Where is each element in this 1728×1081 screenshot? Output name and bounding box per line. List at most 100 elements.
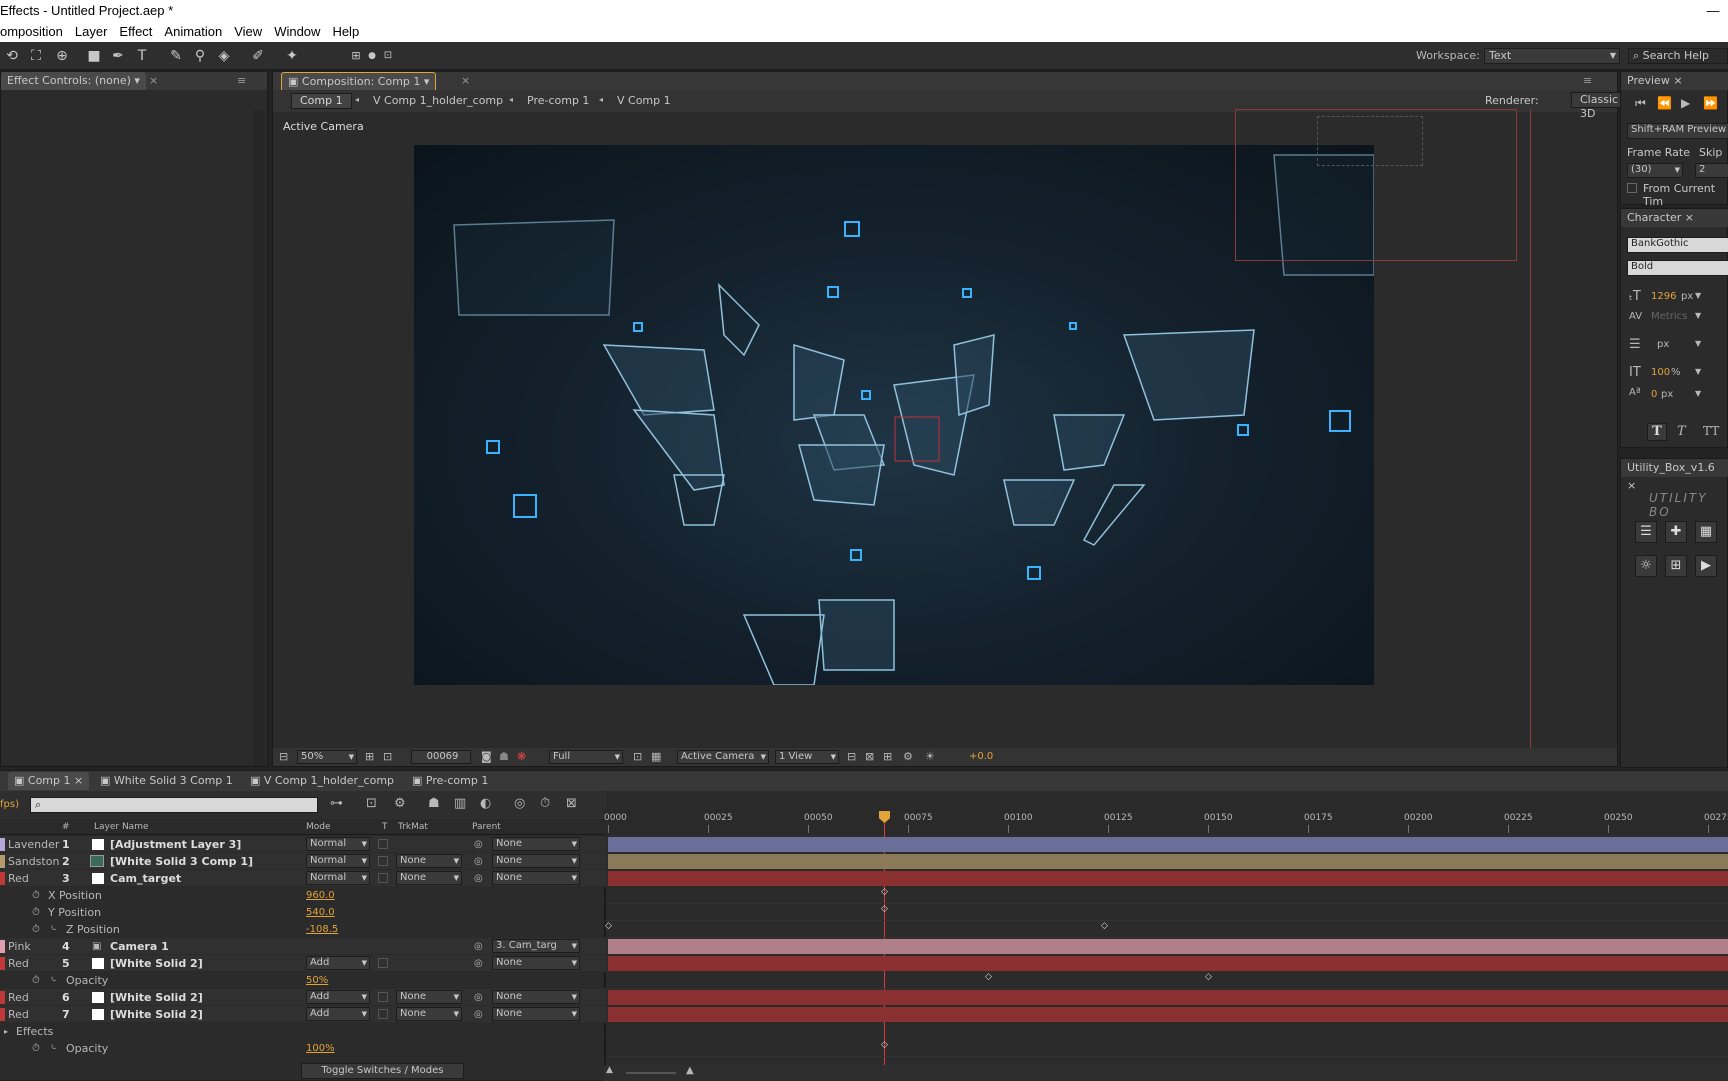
trkmat-dropdown[interactable]: None ▼ (396, 871, 462, 885)
resolution-dropdown[interactable]: Full ▼ (549, 750, 623, 764)
breadcrumb-v-comp-holder[interactable]: V Comp 1_holder_comp (373, 94, 503, 107)
close-icon[interactable]: × (149, 74, 158, 87)
view-layout-dropdown[interactable]: 1 View ▼ (775, 750, 839, 764)
layer-duration-bar[interactable] (608, 990, 1728, 1005)
panel-menu-icon[interactable]: ≡ (237, 74, 246, 87)
menu-layer[interactable]: Layer (69, 22, 114, 42)
tab-precomp1[interactable]: ▣ Pre-comp 1 (406, 772, 494, 790)
layer-row[interactable]: Red 3 Cam_target Normal ▼ None ▼ ◎ None ▼ (0, 870, 606, 887)
y-position-keyframe[interactable]: ◇ (881, 904, 888, 914)
stopwatch-icon[interactable]: ⏱ (32, 921, 40, 938)
chevron-down-icon[interactable]: ▼ (1695, 339, 1701, 348)
timeline-icon[interactable]: ⊞ (883, 750, 892, 763)
parent-dropdown[interactable]: None ▼ (492, 837, 580, 851)
scrollbar[interactable] (253, 110, 265, 766)
layer-name[interactable]: Cam_target (110, 870, 181, 887)
pickwhip-icon[interactable]: ◎ (474, 955, 483, 972)
layer-row[interactable]: Red 5 [White Solid 2] Add ▼ ◎ None ▼ (0, 955, 606, 972)
label-color-swatch[interactable] (0, 957, 5, 970)
preserve-transparency-checkbox[interactable] (378, 839, 388, 849)
pickwhip-icon[interactable]: ◎ (474, 853, 483, 870)
tab-preview[interactable]: Preview × (1621, 72, 1689, 90)
layer-name[interactable]: [White Solid 2] (110, 955, 203, 972)
flowchart-icon[interactable]: ⚙ (903, 750, 913, 763)
light-icon[interactable]: ☼ (1635, 555, 1657, 577)
stopwatch-icon[interactable]: ⏱ (32, 1040, 40, 1057)
label-color-swatch[interactable] (0, 1008, 5, 1021)
parent-dropdown[interactable]: None ▼ (492, 1007, 580, 1021)
rotate-tool-icon[interactable]: ⟲ (2, 46, 22, 66)
mode-dropdown[interactable]: Normal ▼ (306, 837, 370, 851)
roi-icon[interactable]: ⊡ (633, 750, 642, 763)
menu-animation[interactable]: Animation (158, 22, 228, 42)
layer-duration-bar[interactable] (608, 837, 1728, 852)
vertical-scale-value[interactable]: 100 (1651, 367, 1670, 378)
exposure-value[interactable]: +0.0 (969, 751, 993, 762)
pan-behind-tool-icon[interactable]: ⊕ (52, 46, 72, 66)
label-color-swatch[interactable] (0, 872, 5, 885)
pickwhip-icon[interactable]: ◎ (474, 1006, 483, 1023)
frame-blending-icon[interactable]: ▥ (454, 796, 466, 811)
effects-group-row[interactable]: ▸ Effects (0, 1023, 606, 1040)
composition-viewer[interactable] (414, 145, 1374, 685)
first-frame-icon[interactable]: ⏮ (1635, 96, 1646, 111)
opacity-keyframe[interactable]: ◇ (1205, 972, 1212, 982)
fit-icon[interactable]: ⊞ (365, 750, 374, 763)
tab-utility-box[interactable]: Utility_Box_v1.6 × (1621, 459, 1728, 492)
skip-dropdown[interactable]: 2 (1695, 163, 1728, 178)
pickwhip-icon[interactable]: ◎ (474, 989, 483, 1006)
preserve-transparency-checkbox[interactable] (378, 856, 388, 866)
preserve-transparency-checkbox[interactable] (378, 958, 388, 968)
breadcrumb-v-comp1[interactable]: V Comp 1 (617, 94, 671, 107)
opacity-keyframe[interactable]: ◇ (985, 972, 992, 982)
preserve-transparency-checkbox[interactable] (378, 1009, 388, 1019)
layer-row[interactable]: Lavender 1 [Adjustment Layer 3] Normal ▼ ◎ Non… (0, 836, 606, 853)
chevron-down-icon[interactable]: ▼ (1695, 367, 1701, 376)
stopwatch-icon[interactable]: ⏱ (32, 887, 40, 904)
property-value[interactable]: 960.0 (306, 887, 335, 904)
zoom-dropdown[interactable]: 50% ▼ (297, 750, 357, 764)
breadcrumb-comp1[interactable]: Comp 1 (291, 93, 352, 109)
trkmat-dropdown[interactable]: None ▼ (396, 854, 462, 868)
tab-white-solid-3-comp1[interactable]: ▣ White Solid 3 Comp 1 (94, 772, 239, 790)
menu-composition[interactable]: omposition (0, 22, 69, 42)
mode-dropdown[interactable]: Add ▼ (306, 1007, 370, 1021)
fast-preview-icon[interactable]: ⊠ (865, 750, 874, 763)
property-value[interactable]: 100% (306, 1040, 335, 1057)
property-row[interactable]: ⏱ ⌎ Opacity 50% (0, 972, 606, 989)
parent-dropdown[interactable]: 3. Cam_targ ▼ (492, 939, 580, 953)
eraser-tool-icon[interactable]: ◈ (214, 46, 234, 66)
safe-zones-icon[interactable]: ⊡ (383, 750, 392, 763)
live-update-icon[interactable]: ⊡ (366, 796, 377, 811)
mode-dropdown[interactable]: Add ▼ (306, 990, 370, 1004)
breadcrumb-precomp1[interactable]: Pre-comp 1 (527, 94, 589, 107)
align-icon[interactable]: ☰ (1635, 521, 1657, 543)
draft-3d-icon[interactable]: ⚙ (394, 796, 406, 811)
pickwhip-icon[interactable]: ◎ (474, 938, 483, 955)
pickwhip-icon[interactable]: ◎ (474, 870, 483, 887)
parent-dropdown[interactable]: None ▼ (492, 871, 580, 885)
trkmat-dropdown[interactable]: None ▼ (396, 1007, 462, 1021)
property-row[interactable]: ⏱ ⌎ Opacity 100% (0, 1040, 606, 1057)
layer-search-input[interactable]: ⌕ (30, 797, 318, 813)
graph-icon[interactable]: ⌎ (48, 1040, 56, 1057)
menu-view[interactable]: View (228, 22, 268, 42)
snapshot-icon[interactable]: ◙ (481, 750, 492, 763)
camera-tool-icon[interactable]: ⛶ (26, 46, 46, 66)
play-icon[interactable]: ▶ (1681, 96, 1690, 110)
property-row[interactable]: ⏱ ⌎ Z Position -108.5 (0, 921, 606, 938)
layer-row[interactable]: Red 6 [White Solid 2] Add ▼ None ▼ ◎ None ▼ (0, 989, 606, 1006)
workspace-dropdown[interactable]: Text ▼ (1484, 48, 1620, 64)
transparency-grid-icon[interactable]: ▦ (651, 750, 661, 763)
camera-icon[interactable]: ▶ (1695, 555, 1717, 577)
layer-name[interactable]: [White Solid 2] (110, 1006, 203, 1023)
label-color-swatch[interactable] (0, 991, 5, 1004)
tab-composition[interactable]: ▣ Composition: Comp 1 ▾ (281, 72, 437, 90)
panel-menu-icon[interactable]: ≡ (1583, 74, 1592, 87)
parent-dropdown[interactable]: None ▼ (492, 854, 580, 868)
layer-name[interactable]: Camera 1 (110, 938, 169, 955)
comp-mini-flowchart-icon[interactable]: ⊶ (330, 796, 343, 811)
ram-preview-dropdown[interactable]: Shift+RAM Preview (1627, 123, 1728, 139)
hide-shy-icon[interactable]: ☗ (428, 796, 440, 811)
puppet-tool-icon[interactable]: ✦ (282, 46, 302, 66)
